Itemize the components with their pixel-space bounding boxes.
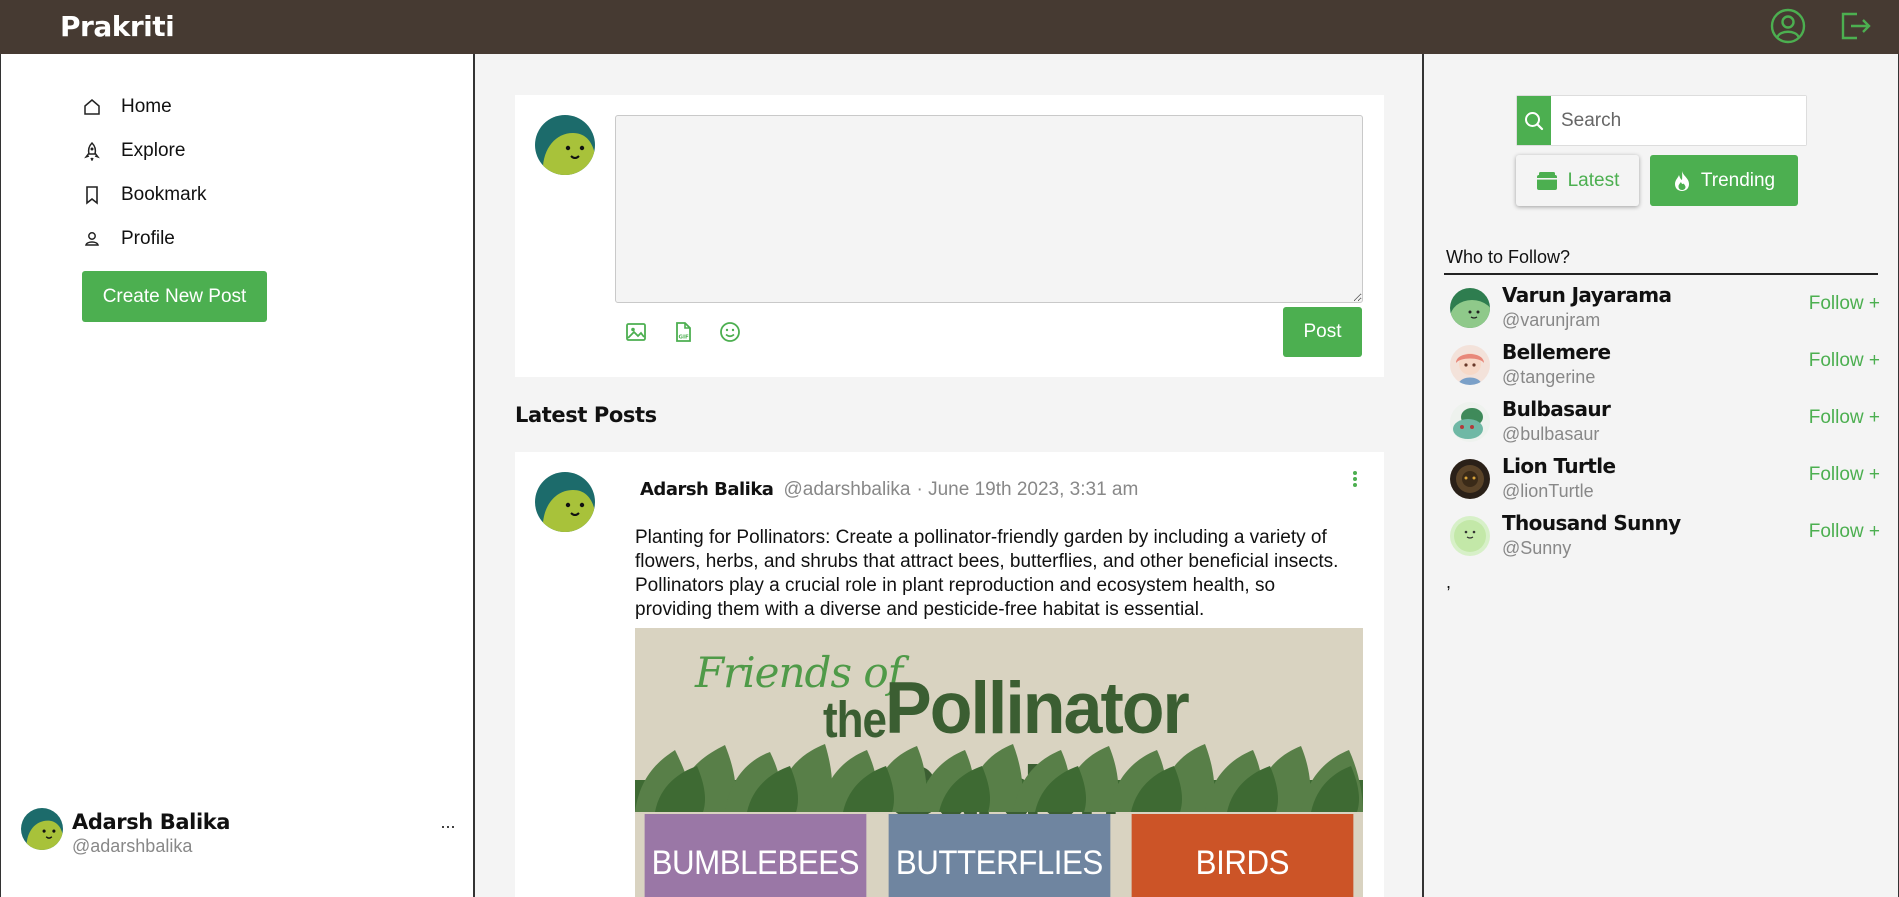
follow-button[interactable]: Follow + — [1809, 407, 1880, 429]
current-user-handle: @adarshbalika — [72, 836, 193, 856]
follow-name[interactable]: Bulbasaur — [1502, 397, 1611, 421]
tab-latest[interactable]: Latest — [1516, 155, 1639, 206]
follow-button[interactable]: Follow + — [1809, 521, 1880, 543]
divider — [1444, 273, 1878, 275]
user-icon — [81, 228, 103, 250]
poster-category: BIRDS — [1131, 814, 1354, 897]
rocket-icon — [81, 140, 103, 162]
follow-name[interactable]: Lion Turtle — [1502, 454, 1616, 478]
follow-handle: @bulbasaur — [1502, 424, 1600, 444]
image-icon[interactable] — [624, 320, 650, 346]
follow-name[interactable]: Bellemere — [1502, 340, 1611, 364]
poster-categories: BUMBLEBEES BUTTERFLIES BIRDS — [635, 814, 1363, 897]
search-icon[interactable] — [1517, 96, 1551, 145]
account-circle-icon[interactable] — [1768, 6, 1808, 46]
brand-logo[interactable]: Prakriti — [60, 10, 175, 43]
who-to-follow-title: Who to Follow? — [1446, 247, 1571, 267]
leaves-illustration — [635, 744, 1363, 812]
nav-item-explore[interactable]: Explore — [81, 135, 185, 167]
avatar[interactable] — [1450, 459, 1490, 499]
nav-item-profile[interactable]: Profile — [81, 223, 175, 255]
avatar[interactable] — [1450, 345, 1490, 385]
stray-text: , — [1446, 572, 1452, 592]
left-sidebar: Home Explore Bookmark Profile Create New… — [0, 54, 475, 897]
nav-label: Home — [121, 96, 172, 117]
avatar[interactable] — [1450, 516, 1490, 556]
top-bar: Prakriti — [0, 0, 1899, 54]
search-box — [1516, 95, 1807, 146]
kebab-menu-icon[interactable] — [1347, 468, 1363, 492]
logout-icon[interactable] — [1835, 6, 1875, 46]
nav-label: Profile — [121, 228, 175, 249]
follow-name[interactable]: Thousand Sunny — [1502, 511, 1681, 535]
follow-handle: @varunjram — [1502, 310, 1601, 330]
tab-trending[interactable]: Trending — [1650, 155, 1798, 206]
avatar[interactable] — [535, 472, 595, 532]
section-title: Latest Posts — [515, 403, 657, 427]
poster-category: BUMBLEBEES — [644, 814, 867, 897]
nav-label: Bookmark — [121, 184, 207, 205]
right-sidebar: Latest Trending Who to Follow? Varun Jay… — [1424, 54, 1899, 897]
svg-text:GIF: GIF — [679, 335, 690, 341]
main-feed: GIF Post Latest Posts Adarsh Balika @ada… — [475, 54, 1424, 897]
post-date: · June 19th 2023, 3:31 am — [916, 479, 1139, 500]
tab-label: Latest — [1567, 169, 1620, 191]
gif-icon[interactable]: GIF — [671, 320, 697, 346]
post-button[interactable]: Post — [1283, 307, 1362, 357]
post-image[interactable]: Friends of the Pollinator Garden — [635, 628, 1363, 897]
create-new-post-button[interactable]: Create New Post — [82, 271, 267, 322]
post-card: Adarsh Balika @adarshbalika · June 19th … — [515, 452, 1384, 897]
follow-suggestion: Lion Turtle @lionTurtle Follow + — [1450, 454, 1880, 506]
post-handle[interactable]: @adarshbalika — [783, 479, 910, 501]
post-composer: GIF Post — [515, 95, 1384, 377]
avatar — [535, 115, 595, 175]
post-textarea[interactable] — [615, 115, 1363, 303]
follow-suggestion: Thousand Sunny @Sunny Follow + — [1450, 511, 1880, 563]
poster-category: BUTTERFLIES — [888, 814, 1110, 897]
post-header: Adarsh Balika @adarshbalika · June 19th … — [640, 479, 1138, 501]
nav-label: Explore — [121, 140, 186, 161]
current-user-name: Adarsh Balika — [72, 810, 231, 834]
more-options-icon[interactable]: ··· — [440, 816, 456, 837]
follow-handle: @Sunny — [1502, 538, 1572, 558]
follow-button[interactable]: Follow + — [1809, 293, 1880, 315]
follow-suggestion: Varun Jayarama @varunjram Follow + — [1450, 283, 1880, 335]
nav-item-home[interactable]: Home — [81, 91, 172, 123]
avatar[interactable] — [1450, 288, 1490, 328]
wallet-icon — [1536, 171, 1558, 191]
follow-handle: @lionTurtle — [1502, 481, 1594, 501]
tab-label: Trending — [1700, 169, 1776, 191]
follow-suggestion: Bulbasaur @bulbasaur Follow + — [1450, 397, 1880, 449]
home-icon — [81, 96, 103, 118]
post-body: Planting for Pollinators: Create a polli… — [635, 527, 1339, 620]
follow-button[interactable]: Follow + — [1809, 464, 1880, 486]
avatar[interactable] — [1450, 402, 1490, 442]
follow-handle: @tangerine — [1502, 367, 1596, 387]
avatar[interactable] — [21, 808, 63, 850]
fire-icon — [1673, 170, 1691, 192]
bookmark-icon — [81, 184, 103, 206]
follow-name[interactable]: Varun Jayarama — [1502, 283, 1672, 307]
follow-button[interactable]: Follow + — [1809, 350, 1880, 372]
post-author[interactable]: Adarsh Balika — [640, 479, 774, 500]
follow-suggestion: Bellemere @tangerine Follow + — [1450, 340, 1880, 392]
search-input[interactable] — [1551, 96, 1806, 145]
emoji-icon[interactable] — [718, 320, 744, 346]
poster-title-line1: Friends of — [695, 648, 903, 697]
nav-item-bookmark[interactable]: Bookmark — [81, 179, 207, 211]
